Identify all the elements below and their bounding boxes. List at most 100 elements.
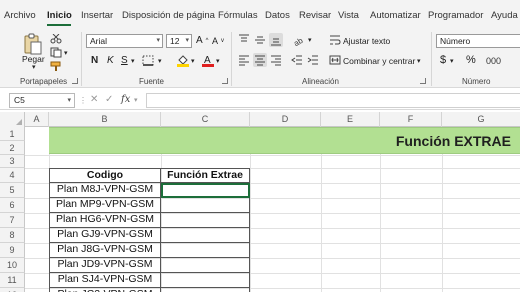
- align-left-icon[interactable]: [238, 54, 250, 66]
- tab-programador[interactable]: Programador: [428, 10, 483, 21]
- orientation-icon[interactable]: ab: [293, 34, 307, 46]
- clipboard-launcher-icon[interactable]: [72, 78, 78, 84]
- column-header-b[interactable]: B: [49, 112, 161, 127]
- cancel-icon[interactable]: ✕: [90, 94, 98, 105]
- currency-button[interactable]: $: [440, 54, 446, 66]
- clipboard-group-label: Portapapeles: [20, 77, 68, 86]
- align-middle-icon[interactable]: [254, 34, 266, 46]
- row-header-9[interactable]: 9: [0, 243, 25, 258]
- align-top-icon[interactable]: [238, 34, 250, 46]
- row-header-6[interactable]: 6: [0, 198, 25, 213]
- fill-dropdown-icon[interactable]: ▾: [191, 57, 195, 65]
- align-center-icon[interactable]: [253, 53, 267, 67]
- column-header-c[interactable]: C: [161, 112, 250, 127]
- font-color-dropdown-icon[interactable]: ▾: [216, 57, 220, 65]
- row-header-7[interactable]: 7: [0, 213, 25, 228]
- code-cell[interactable]: Plan MP9-VPN-GSM: [49, 198, 161, 213]
- tab-archivo[interactable]: Archivo: [4, 10, 36, 21]
- number-format-select[interactable]: Número: [436, 34, 520, 48]
- wrap-text-icon[interactable]: [329, 34, 341, 46]
- header-codigo-cell[interactable]: Codigo: [49, 168, 161, 183]
- wrap-text-button[interactable]: Ajustar texto: [343, 36, 390, 46]
- title-banner[interactable]: Función EXTRAE: [49, 127, 520, 154]
- merge-center-button[interactable]: Combinar y centrar: [343, 56, 415, 66]
- select-all-corner[interactable]: [0, 112, 25, 127]
- result-cell[interactable]: [161, 213, 250, 228]
- font-color-icon[interactable]: A: [201, 53, 215, 67]
- enter-icon[interactable]: ✓: [105, 94, 113, 105]
- selected-cell-c5[interactable]: [161, 183, 250, 198]
- row-header-3[interactable]: 3: [0, 155, 25, 168]
- underline-dropdown-icon[interactable]: ▾: [131, 57, 135, 65]
- paste-icon[interactable]: [22, 33, 44, 55]
- column-header-d[interactable]: D: [250, 112, 321, 127]
- row-header-2[interactable]: 2: [0, 141, 25, 155]
- bold-button[interactable]: N: [91, 55, 98, 66]
- borders-icon[interactable]: [141, 55, 155, 66]
- alignment-launcher-icon[interactable]: [420, 78, 426, 84]
- tab-ayuda[interactable]: Ayuda: [491, 10, 518, 21]
- column-header-a[interactable]: A: [25, 112, 49, 127]
- currency-dropdown-icon[interactable]: ▾: [450, 57, 454, 65]
- code-cell[interactable]: Plan GJ9-VPN-GSM: [49, 228, 161, 243]
- align-bottom-icon[interactable]: [269, 33, 283, 47]
- increase-indent-icon[interactable]: [307, 54, 319, 66]
- row-header-10[interactable]: 10: [0, 258, 25, 273]
- format-painter-icon[interactable]: [50, 61, 62, 72]
- column-header-g[interactable]: G: [442, 112, 520, 127]
- code-cell[interactable]: Plan M8J-VPN-GSM: [49, 183, 161, 198]
- paste-dropdown-icon[interactable]: ▾: [32, 63, 36, 71]
- result-cell[interactable]: [161, 243, 250, 258]
- decrease-indent-icon[interactable]: [291, 54, 303, 66]
- formula-input[interactable]: [146, 93, 520, 108]
- tab-disposicion[interactable]: Disposición de página: [122, 10, 215, 21]
- align-right-icon[interactable]: [270, 54, 282, 66]
- code-cell[interactable]: Plan HG6-VPN-GSM: [49, 213, 161, 228]
- row-header-8[interactable]: 8: [0, 228, 25, 243]
- tab-insertar[interactable]: Insertar: [81, 10, 113, 21]
- orientation-dropdown-icon[interactable]: ▾: [308, 36, 312, 44]
- row-header-11[interactable]: 11: [0, 273, 25, 288]
- tab-automatizar[interactable]: Automatizar: [370, 10, 421, 21]
- grow-font-button[interactable]: A ^: [196, 35, 209, 46]
- underline-button[interactable]: S: [121, 55, 128, 66]
- font-launcher-icon[interactable]: [222, 78, 228, 84]
- merge-center-icon[interactable]: [329, 54, 341, 66]
- result-cell[interactable]: [161, 288, 250, 292]
- tab-datos[interactable]: Datos: [265, 10, 290, 21]
- tab-vista[interactable]: Vista: [338, 10, 359, 21]
- code-cell[interactable]: Plan JC2-VPN-GSM: [49, 288, 161, 292]
- code-cell[interactable]: Plan JD9-VPN-GSM: [49, 258, 161, 273]
- tab-revisar[interactable]: Revisar: [299, 10, 331, 21]
- code-cell[interactable]: Plan SJ4-VPN-GSM: [49, 273, 161, 288]
- merge-dropdown-icon[interactable]: ▾: [417, 57, 421, 65]
- fx-dropdown-icon[interactable]: ▾: [134, 96, 138, 104]
- fill-color-icon[interactable]: [176, 53, 190, 67]
- name-box[interactable]: C5 ▾: [9, 93, 75, 108]
- copy-dropdown-icon[interactable]: ▾: [64, 49, 68, 57]
- header-funcion-cell[interactable]: Función Extrae: [161, 168, 250, 183]
- result-cell[interactable]: [161, 258, 250, 273]
- code-cell[interactable]: Plan J8G-VPN-GSM: [49, 243, 161, 258]
- row-header-12[interactable]: 12: [0, 288, 25, 292]
- insert-function-icon[interactable]: fx: [121, 94, 130, 105]
- copy-icon[interactable]: [50, 47, 62, 58]
- cut-icon[interactable]: [50, 34, 62, 44]
- row-header-4[interactable]: 4: [0, 168, 25, 183]
- font-size-select[interactable]: 12 ▾: [166, 34, 192, 48]
- tab-formulas[interactable]: Fórmulas: [218, 10, 258, 21]
- column-header-f[interactable]: F: [380, 112, 442, 127]
- borders-dropdown-icon[interactable]: ▾: [158, 57, 162, 65]
- comma-style-icon[interactable]: 000: [486, 54, 502, 66]
- result-cell[interactable]: [161, 228, 250, 243]
- tab-inicio[interactable]: Inicio: [47, 10, 72, 21]
- row-header-5[interactable]: 5: [0, 183, 25, 198]
- result-cell[interactable]: [161, 198, 250, 213]
- column-header-e[interactable]: E: [321, 112, 380, 127]
- result-cell[interactable]: [161, 273, 250, 288]
- italic-button[interactable]: K: [107, 55, 114, 66]
- shrink-font-button[interactable]: Av: [212, 36, 224, 46]
- row-header-1[interactable]: 1: [0, 127, 25, 141]
- percent-button[interactable]: %: [466, 54, 476, 66]
- font-name-select[interactable]: Arial ▾: [86, 34, 163, 48]
